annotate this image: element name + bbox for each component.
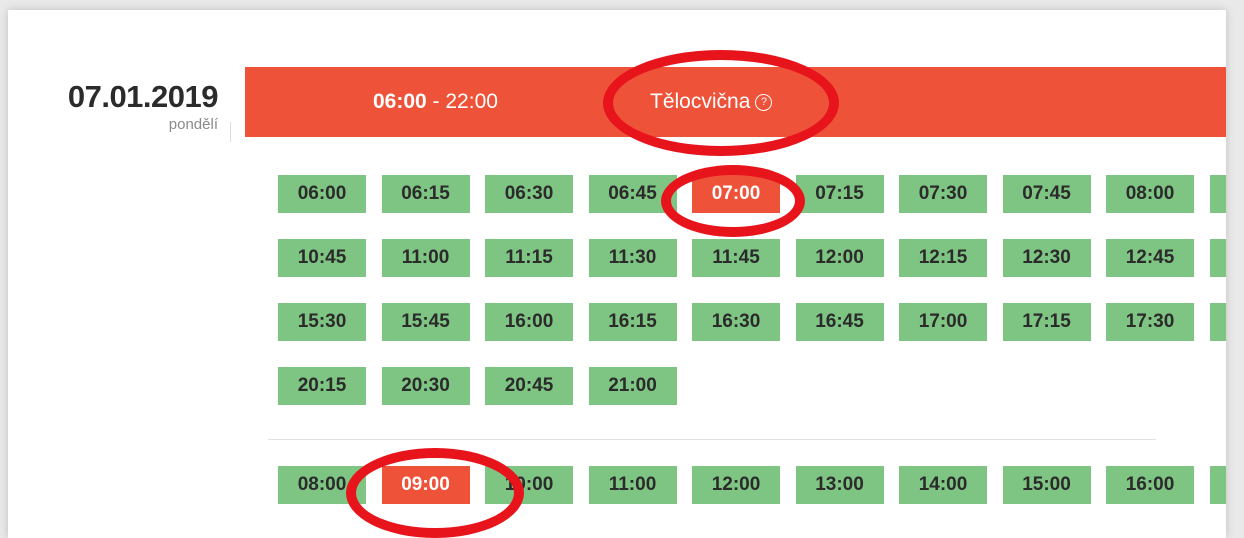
time-slot[interactable]: 06:00 <box>278 175 366 213</box>
time-slot[interactable]: 11:00 <box>381 239 470 277</box>
time-slot[interactable]: 10:45 <box>278 239 366 277</box>
time-slot[interactable]: 16:45 <box>795 303 884 341</box>
time-slot[interactable]: 13:00 <box>795 466 884 504</box>
time-slot[interactable]: 12:15 <box>899 239 987 277</box>
time-slot[interactable]: 13 <box>1209 239 1226 277</box>
time-slot[interactable]: 11:00 <box>588 466 677 504</box>
resource-name[interactable]: Tělocvična? <box>650 67 773 137</box>
time-slot[interactable]: 20:45 <box>485 367 573 405</box>
time-slot[interactable]: 12:00 <box>692 466 780 504</box>
time-slot[interactable]: 11:15 <box>485 239 573 277</box>
date-block: 07.01.2019 pondělí <box>8 79 219 134</box>
date-label: 07.01.2019 <box>67 79 219 114</box>
time-slot[interactable]: 06:15 <box>381 175 470 213</box>
time-slot[interactable]: 16:15 <box>588 303 677 341</box>
time-slot-selected[interactable]: 09:00 <box>381 466 470 504</box>
time-slot[interactable]: 15:45 <box>381 303 470 341</box>
time-slot[interactable]: 17 <box>1209 303 1226 341</box>
resource-name-label: Tělocvična <box>650 90 751 113</box>
time-slot[interactable]: 16:30 <box>692 303 780 341</box>
weekday-label: pondělí <box>168 116 218 133</box>
time-slot[interactable]: 16:00 <box>485 303 573 341</box>
reservation-panel: 07.01.2019 pondělí 06:00 - 22:00 Tělocvi… <box>8 10 1226 538</box>
time-slot[interactable]: 07:15 <box>795 175 884 213</box>
resource-header-bar[interactable]: 06:00 - 22:00 Tělocvična? <box>245 67 1226 137</box>
time-slot[interactable]: 20:30 <box>381 367 470 405</box>
opening-start: 06:00 <box>373 90 427 113</box>
time-slot-selected[interactable]: 07:00 <box>692 175 780 213</box>
time-slot[interactable]: 08:00 <box>1106 175 1194 213</box>
time-slot[interactable]: 17:00 <box>899 303 987 341</box>
time-slot[interactable]: 15:00 <box>1002 466 1091 504</box>
time-slot[interactable]: 10:00 <box>485 466 573 504</box>
time-slot[interactable]: 20:15 <box>278 367 366 405</box>
time-slot[interactable]: 07:45 <box>1002 175 1091 213</box>
time-slot[interactable]: 08 <box>1209 175 1226 213</box>
time-slot[interactable]: 17 <box>1209 466 1226 504</box>
question-circle-icon[interactable]: ? <box>755 94 773 111</box>
time-slot[interactable]: 15:30 <box>278 303 366 341</box>
opening-hours: 06:00 - 22:00 <box>373 67 498 137</box>
time-slot[interactable]: 06:45 <box>588 175 677 213</box>
time-slot[interactable]: 08:00 <box>278 466 366 504</box>
time-slot[interactable]: 11:45 <box>692 239 780 277</box>
time-slot[interactable]: 16:00 <box>1106 466 1194 504</box>
opening-end: - 22:00 <box>426 90 498 113</box>
time-slot[interactable]: 12:30 <box>1002 239 1091 277</box>
time-slot[interactable]: 07:30 <box>899 175 987 213</box>
time-slot[interactable]: 12:45 <box>1106 239 1194 277</box>
time-slot[interactable]: 17:30 <box>1106 303 1194 341</box>
date-divider <box>230 122 231 142</box>
time-slot[interactable]: 17:15 <box>1002 303 1091 341</box>
time-slot[interactable]: 12:00 <box>795 239 884 277</box>
time-slot[interactable]: 11:30 <box>588 239 677 277</box>
time-slot[interactable]: 21:00 <box>588 367 677 405</box>
time-slot[interactable]: 14:00 <box>899 466 987 504</box>
section-divider <box>268 439 1156 440</box>
time-slot[interactable]: 06:30 <box>485 175 573 213</box>
